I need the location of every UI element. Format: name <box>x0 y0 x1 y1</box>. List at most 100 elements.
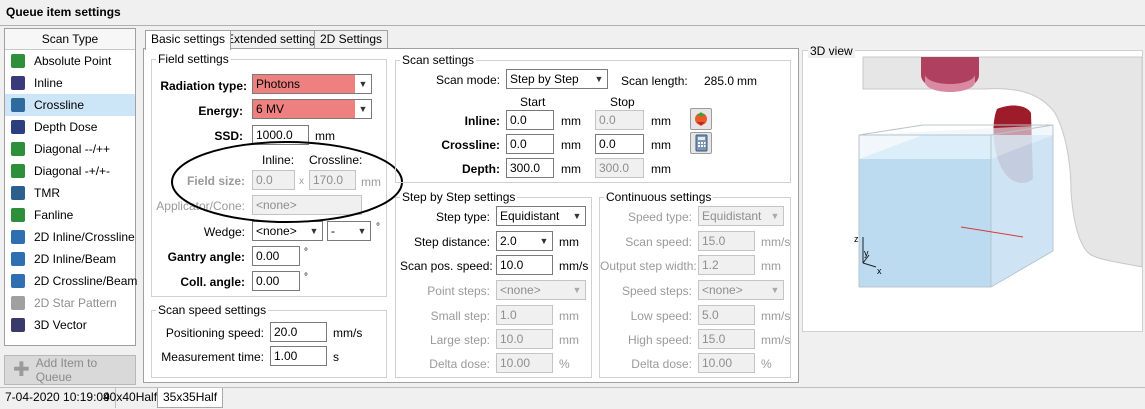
speed-steps-label: Speed steps: <box>621 284 692 298</box>
point-steps-value: <none> <box>500 283 541 297</box>
scan-type-item[interactable]: Depth Dose <box>5 116 135 138</box>
large-step-input[interactable]: 10.0 <box>496 329 553 349</box>
scan-length-unit: mm <box>737 74 757 88</box>
start-header: Start <box>520 95 546 109</box>
wedge-label: Wedge: <box>203 225 245 239</box>
positioning-speed-input[interactable]: 20.0 <box>270 322 327 342</box>
chevron-down-icon: ▼ <box>569 281 585 299</box>
speed-type-value: Equidistant <box>702 209 762 223</box>
scan-type-item[interactable]: TMR <box>5 182 135 204</box>
wedge-direction-value: - <box>331 224 335 238</box>
step-distance-select[interactable]: 2.0 ▼ <box>496 231 553 251</box>
tab-basic-settings[interactable]: Basic settings <box>145 30 232 50</box>
low-speed-label: Low speed: <box>630 309 692 323</box>
add-item-to-queue-button[interactable]: ✚ Add Item to Queue <box>4 355 136 385</box>
scan-type-item[interactable]: Absolute Point <box>5 50 135 72</box>
3d-view-canvas[interactable]: z y x <box>803 51 1143 331</box>
scan-pos-speed-input[interactable]: 10.0 <box>496 255 553 275</box>
tab-2d-settings[interactable]: 2D Settings <box>314 30 389 49</box>
gantry-angle-input[interactable]: 0.00 <box>252 246 300 266</box>
crossline-start-unit: mm <box>561 138 581 152</box>
field-settings-legend: Field settings <box>158 52 229 66</box>
step-distance-label: Step distance: <box>413 235 490 249</box>
scan-type-label: 2D Star Pattern <box>34 296 117 310</box>
energy-select[interactable]: 6 MV ▼ <box>252 99 372 119</box>
measurement-time-input[interactable]: 1.00 <box>270 346 327 366</box>
swap-button[interactable] <box>690 108 712 130</box>
scan-type-header: Scan Type <box>5 29 135 50</box>
chevron-down-icon: ▼ <box>536 232 552 250</box>
scan-speed-legend: Scan speed settings <box>158 303 267 317</box>
speed-type-select[interactable]: Equidistant ▼ <box>698 206 784 226</box>
chevron-down-icon: ▼ <box>767 207 783 225</box>
depth-start-input[interactable]: 300.0 <box>506 158 554 178</box>
small-step-input[interactable]: 1.0 <box>496 305 553 325</box>
diagonal-icon <box>11 142 25 156</box>
step-distance-unit: mm <box>559 235 579 249</box>
add-item-label: Add Item to Queue <box>35 356 98 384</box>
coll-angle-label: Coll. angle: <box>180 275 245 289</box>
scan-type-panel: Scan Type Absolute Point Inline Crossline D… <box>4 28 137 346</box>
scan-type-item[interactable]: Diagonal -+/+- <box>5 160 135 182</box>
crossline-stop-input[interactable]: 0.0 <box>595 134 644 154</box>
stop-header: Stop <box>610 95 635 109</box>
speed-steps-select[interactable]: <none> ▼ <box>698 280 784 300</box>
crossline-start-input[interactable]: 0.0 <box>506 134 554 154</box>
step-type-select[interactable]: Equidistant ▼ <box>496 206 586 226</box>
scan-type-label: TMR <box>34 186 60 200</box>
step-delta-dose-input[interactable]: 10.00 <box>496 353 553 373</box>
3d-vector-icon <box>11 318 25 332</box>
small-step-label: Small step: <box>430 309 490 323</box>
step-delta-dose-label: Delta dose: <box>429 357 490 371</box>
chevron-down-icon: ▼ <box>355 75 371 93</box>
tab-extended-settings[interactable]: Extended settings <box>220 30 328 49</box>
step-type-value: Equidistant <box>500 209 560 223</box>
scan-type-item[interactable]: Diagonal --/++ <box>5 138 135 160</box>
plus-icon: ✚ <box>13 359 30 381</box>
output-step-width-label: Output step width: <box>600 259 697 273</box>
radiation-type-select[interactable]: Photons ▼ <box>252 74 372 94</box>
scan-mode-value: Step by Step <box>510 72 579 86</box>
scan-type-item[interactable]: 3D Vector <box>5 314 135 336</box>
status-tab-40x40half[interactable]: 40x40Half <box>98 388 164 408</box>
gantry-angle-label: Gantry angle: <box>167 250 245 264</box>
coll-angle-input[interactable]: 0.00 <box>252 271 300 291</box>
output-step-width-unit: mm <box>761 259 781 273</box>
calculator-button[interactable] <box>690 132 712 154</box>
scan-type-item[interactable]: Fanline <box>5 204 135 226</box>
scan-type-item[interactable]: Inline <box>5 72 135 94</box>
scan-type-item[interactable]: 2D Inline/Crossline <box>5 226 135 248</box>
scan-type-label: 2D Inline/Crossline <box>34 230 135 244</box>
scan-type-label: Inline <box>34 76 63 90</box>
coll-degree-symbol: ° <box>304 272 308 283</box>
scan-speed-input[interactable]: 15.0 <box>698 231 755 251</box>
depth-stop-input[interactable]: 300.0 <box>595 158 644 178</box>
positioning-speed-label: Positioning speed: <box>165 326 264 340</box>
speed-steps-value: <none> <box>702 283 743 297</box>
scan-length-value: 285.0 <box>704 74 735 88</box>
measurement-time-label: Measurement time: <box>161 350 264 364</box>
low-speed-input[interactable]: 5.0 <box>698 305 755 325</box>
star-pattern-icon <box>11 296 25 310</box>
scan-type-item[interactable]: 2D Inline/Beam <box>5 248 135 270</box>
status-tab-35x35half[interactable]: 35x35Half <box>157 388 224 408</box>
scan-type-label: 2D Inline/Beam <box>34 252 117 266</box>
positioning-speed-unit: mm/s <box>333 326 363 340</box>
continuous-delta-dose-input[interactable]: 10.00 <box>698 353 755 373</box>
scan-mode-select[interactable]: Step by Step ▼ <box>506 69 608 89</box>
inline-stop-input[interactable]: 0.0 <box>595 110 644 130</box>
scan-type-item[interactable]: 2D Star Pattern <box>5 292 135 314</box>
window-title: Queue item settings <box>6 5 121 19</box>
annotation-ellipse <box>171 141 403 223</box>
continuous-delta-dose-unit: % <box>761 357 772 371</box>
radiation-type-label: Radiation type: <box>160 79 247 93</box>
scan-type-item[interactable]: Crossline <box>5 94 135 116</box>
3d-view-panel[interactable]: z y x <box>802 50 1143 332</box>
high-speed-input[interactable]: 15.0 <box>698 329 755 349</box>
output-step-width-input[interactable]: 1.2 <box>698 255 755 275</box>
title-divider <box>0 25 1145 26</box>
scan-type-item[interactable]: 2D Crossline/Beam <box>5 270 137 292</box>
3d-view-label: 3D view <box>808 44 855 58</box>
inline-start-input[interactable]: 0.0 <box>506 110 554 130</box>
point-steps-select[interactable]: <none> ▼ <box>496 280 586 300</box>
